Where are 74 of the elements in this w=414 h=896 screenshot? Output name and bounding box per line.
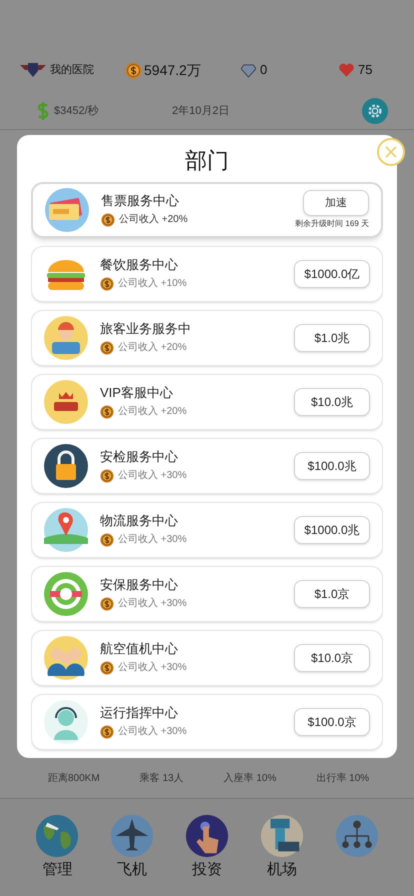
price-button[interactable]: $10.0京 [294, 644, 370, 672]
shield-badge-icon [20, 62, 46, 78]
upgrade-time-remaining: 剩余升级时间 169 天 [295, 218, 369, 230]
department-name: 售票服务中心 [101, 192, 180, 210]
settings-button[interactable] [362, 98, 388, 124]
income-bonus: 公司收入 +30% [118, 470, 187, 482]
settings-icon [366, 102, 384, 120]
price-button[interactable]: $1000.0亿 [294, 260, 370, 288]
price-button[interactable]: $100.0兆 [294, 452, 370, 480]
close-button[interactable] [377, 138, 405, 166]
org-chart-icon [334, 813, 380, 859]
lock-icon [44, 444, 88, 488]
price-button[interactable]: $1000.0兆 [294, 516, 370, 544]
nav-tab[interactable]: 机场 [252, 813, 312, 882]
game-date: 2年10月2日 [172, 104, 230, 119]
diamond-icon [241, 62, 256, 78]
close-icon [384, 145, 398, 159]
income-bonus: 公司收入 +30% [118, 598, 187, 610]
agent-icon [44, 316, 88, 360]
price-button[interactable]: $1.0京 [294, 580, 370, 608]
flight-stat: 入座率 10% [224, 772, 276, 786]
speed-up-button[interactable]: 加速 [303, 190, 369, 216]
touch-icon [184, 813, 230, 859]
price-button[interactable]: $1.0兆 [294, 324, 370, 352]
department-name: 安检服务中心 [100, 448, 179, 466]
coin-icon [100, 661, 114, 676]
department-name: 旅客业务服务中 [100, 320, 192, 338]
headset-icon [44, 700, 88, 744]
heart-count: 75 [358, 61, 372, 80]
coin-icon [100, 469, 114, 484]
department-name: 物流服务中心 [100, 512, 179, 530]
income-bonus: 公司收入 +30% [118, 662, 187, 674]
flight-stat: 乘客 13人 [140, 772, 184, 786]
income-bonus: 公司收入 +30% [118, 726, 187, 738]
coin-icon [100, 341, 114, 356]
coin-icon [100, 277, 114, 292]
gem-count: 0 [260, 61, 268, 80]
map-pin-icon [44, 508, 88, 552]
department-name: 航空值机中心 [100, 640, 179, 658]
hospital-name: 我的医院 [50, 62, 94, 78]
income-bonus: 公司收入 +20% [118, 342, 187, 354]
nav-tab[interactable]: 投资 [176, 813, 237, 882]
income-rate: $3452/秒 [54, 104, 100, 119]
department-name: VIP客服中心 [100, 384, 174, 402]
globe-icon [34, 813, 80, 859]
coin-icon [100, 405, 114, 420]
dialog-title: 部门 [185, 147, 229, 175]
flight-stat: 距离800KM [48, 772, 100, 786]
coin-icon [100, 725, 114, 740]
dollar-icon [36, 101, 50, 121]
department-name: 餐饮服务中心 [100, 256, 179, 274]
lifebuoy-icon [44, 572, 88, 616]
income-bonus: 公司收入 +30% [118, 534, 187, 546]
price-button[interactable]: $100.0京 [294, 708, 370, 736]
nav-tab[interactable]: 飞机 [102, 813, 162, 882]
people-icon [44, 636, 88, 680]
coin-balance: 5947.2万 [144, 60, 201, 80]
nav-tab[interactable]: 管理 [27, 813, 88, 882]
coin-icon [100, 597, 114, 612]
income-bonus: 公司收入 +10% [118, 278, 187, 290]
coin-icon [125, 62, 142, 78]
coin-icon [101, 213, 115, 228]
department-name: 安保服务中心 [100, 576, 179, 594]
ticket-icon [45, 188, 89, 232]
coin-icon [100, 533, 114, 548]
department-name: 运行指挥中心 [100, 704, 179, 722]
heart-icon [339, 63, 354, 77]
airplane-icon [109, 813, 156, 859]
vip-icon [44, 380, 88, 424]
flight-stat: 出行率 10% [316, 772, 370, 786]
price-button[interactable]: $10.0兆 [294, 388, 370, 416]
control-tower-icon [258, 813, 305, 859]
income-bonus: 公司收入 +20% [119, 214, 188, 226]
income-bonus: 公司收入 +20% [118, 406, 187, 418]
